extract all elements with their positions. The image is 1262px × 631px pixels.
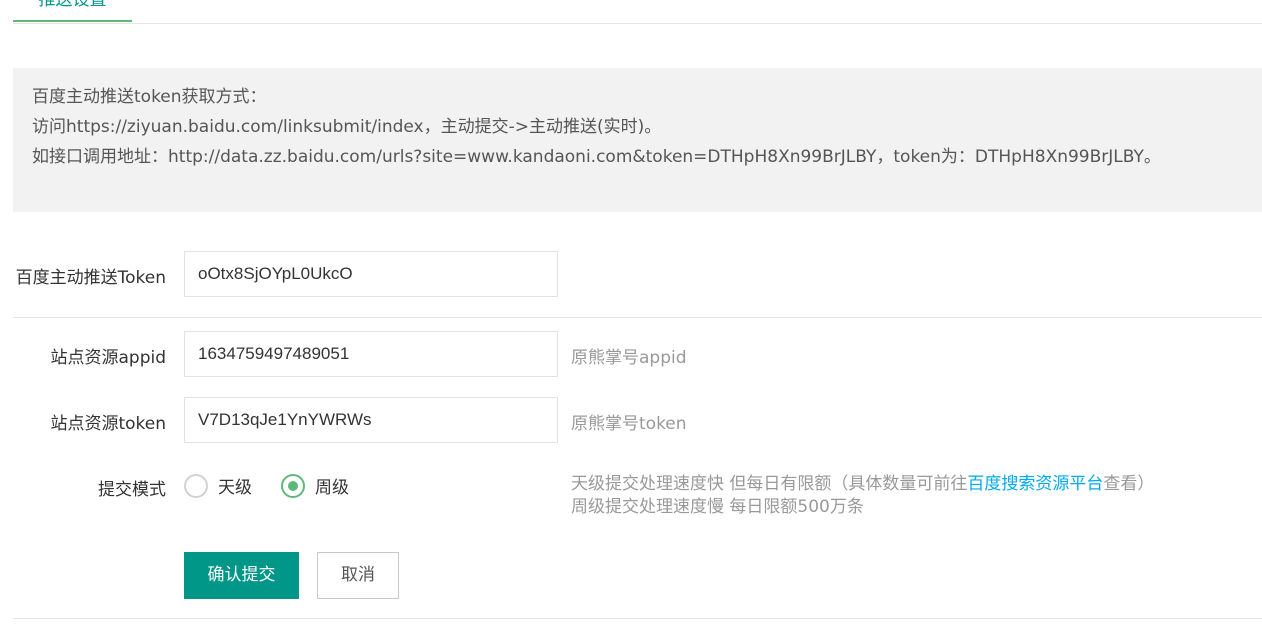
notice-line-3: 如接口调用地址：http://data.zz.baidu.com/urls?si… [32, 147, 1161, 167]
hint-line-1-prefix: 天级提交处理速度快 但每日有限额（具体数量可前往 [571, 474, 968, 494]
site-token-aux-text: 原熊掌号token [571, 414, 687, 434]
hint-line-1: 天级提交处理速度快 但每日有限额（具体数量可前往百度搜索资源平台查看） [571, 473, 1154, 496]
cancel-button[interactable]: 取消 [317, 552, 399, 599]
radio-daily-label: 天级 [218, 478, 252, 498]
baidu-token-label: 百度主动推送Token [15, 268, 166, 288]
baidu-token-input[interactable]: oOtx8SjOYpL0UkcO [184, 251, 558, 297]
confirm-submit-button[interactable]: 确认提交 [184, 552, 299, 599]
radio-weekly[interactable]: 周级 [281, 473, 349, 498]
appid-input[interactable]: 1634759497489051 [184, 331, 558, 377]
submit-mode-radio-group: 天级 周级 [184, 473, 378, 498]
submit-mode-label: 提交模式 [98, 480, 166, 500]
bottom-divider [13, 618, 1262, 619]
section-divider [13, 317, 1262, 318]
radio-daily-circle[interactable] [184, 473, 208, 498]
tab-push-settings[interactable]: 推送设置 [13, 0, 132, 22]
appid-aux-text: 原熊掌号appid [571, 348, 687, 368]
site-token-label: 站点资源token [50, 414, 166, 434]
notice-line-1: 百度主动推送token获取方式： [32, 87, 267, 107]
hint-line-1-suffix: 查看） [1103, 474, 1155, 494]
submit-mode-hint: 天级提交处理速度快 但每日有限额（具体数量可前往百度搜索资源平台查看） 周级提交… [571, 473, 1154, 519]
radio-daily[interactable]: 天级 [184, 473, 252, 498]
notice-line-2: 访问https://ziyuan.baidu.com/linksubmit/in… [32, 117, 662, 137]
appid-label: 站点资源appid [50, 348, 166, 368]
site-token-input[interactable]: V7D13qJe1YnYWRWs [184, 397, 558, 443]
tab-bar: 推送设置 [13, 0, 1262, 24]
baidu-search-resource-link[interactable]: 百度搜索资源平台 [967, 474, 1103, 494]
radio-weekly-label: 周级 [315, 478, 349, 498]
token-instructions-notice: 百度主动推送token获取方式： 访问https://ziyuan.baidu.… [13, 68, 1262, 212]
radio-weekly-circle[interactable] [281, 473, 305, 498]
hint-line-2: 周级提交处理速度慢 每日限额500万条 [571, 497, 864, 517]
